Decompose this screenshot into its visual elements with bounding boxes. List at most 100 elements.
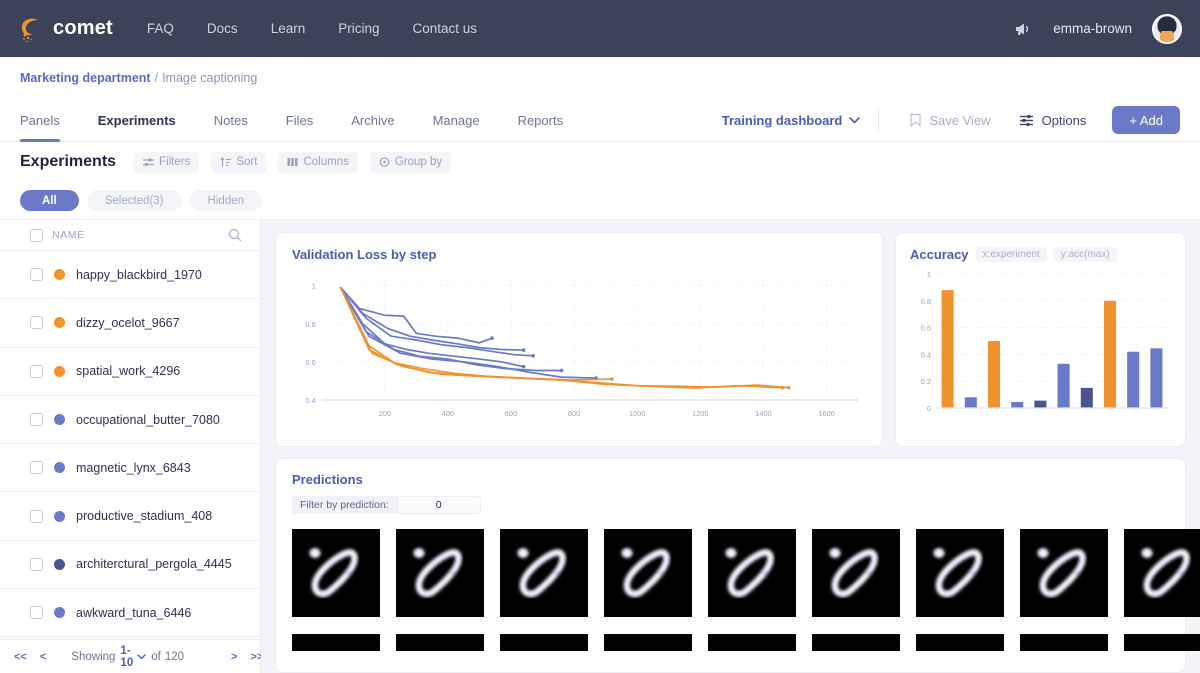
filter-tab-hidden[interactable]: Hidden	[190, 190, 262, 211]
row-checkbox[interactable]	[30, 316, 43, 329]
table-row[interactable]: occupational_butter_7080	[0, 396, 260, 444]
dashboard-select[interactable]: Training dashboard	[722, 113, 879, 128]
row-checkbox[interactable]	[30, 413, 43, 426]
table-row[interactable]: spatial_work_4296	[0, 348, 260, 396]
group-by-label: Group by	[395, 156, 442, 168]
handwritten-digit-zero[interactable]	[812, 529, 900, 617]
prediction-item[interactable]	[1124, 529, 1200, 651]
row-checkbox[interactable]	[30, 461, 43, 474]
experiments-toolbar: Experiments Filters Sort Columns Group b…	[0, 142, 1200, 182]
pagination-range[interactable]: 1-10	[120, 645, 133, 669]
tab-panels[interactable]: Panels	[20, 99, 79, 141]
prediction-filter: Filter by prediction: 0	[292, 496, 1169, 514]
handwritten-digit-zero[interactable]	[292, 529, 380, 617]
handwritten-digit-zero[interactable]	[1020, 529, 1108, 617]
prediction-item[interactable]	[292, 529, 380, 651]
filter-tab-selected[interactable]: Selected(3)	[87, 190, 182, 211]
experiment-name: magnetic_lynx_6843	[76, 461, 191, 475]
chevron-down-icon[interactable]	[137, 654, 146, 660]
handwritten-digit-zero[interactable]	[708, 529, 796, 617]
breadcrumb-separator: /	[155, 71, 158, 85]
svg-text:0: 0	[927, 404, 931, 413]
pagination-first[interactable]: <<	[14, 651, 27, 663]
prediction-item[interactable]	[812, 529, 900, 651]
brand-logo[interactable]: comet	[18, 14, 113, 44]
prediction-filter-value[interactable]: 0	[397, 496, 481, 514]
svg-text:800: 800	[568, 409, 580, 418]
filters-button[interactable]: Filters	[134, 152, 199, 173]
brand-name: comet	[53, 17, 113, 40]
experiment-name: spatial_work_4296	[76, 364, 180, 378]
tab-reports[interactable]: Reports	[499, 99, 583, 141]
row-checkbox[interactable]	[30, 558, 43, 571]
table-row[interactable]: productive_stadium_408	[0, 492, 260, 540]
handwritten-digit-zero[interactable]	[1124, 529, 1200, 617]
row-checkbox[interactable]	[30, 268, 43, 281]
table-row[interactable]: awkward_tuna_6446	[0, 589, 260, 637]
nav-link-faq[interactable]: FAQ	[147, 21, 174, 36]
handwritten-digit-zero[interactable]	[396, 529, 484, 617]
tab-notes[interactable]: Notes	[195, 99, 267, 141]
add-button[interactable]: + Add	[1112, 106, 1180, 134]
options-button[interactable]: Options	[1005, 113, 1101, 128]
prediction-item[interactable]	[916, 529, 1004, 651]
tab-files[interactable]: Files	[267, 99, 332, 141]
columns-button[interactable]: Columns	[278, 152, 357, 173]
svg-text:1: 1	[927, 270, 931, 279]
row-checkbox[interactable]	[30, 365, 43, 378]
pagination-next[interactable]: >	[231, 651, 237, 663]
nav-link-contact-us[interactable]: Contact us	[412, 21, 477, 36]
prediction-caption-bar	[1124, 634, 1200, 651]
charts-row: Validation Loss by step 2004006008001000…	[275, 232, 1186, 447]
row-checkbox[interactable]	[30, 510, 43, 523]
svg-text:1: 1	[312, 282, 316, 291]
svg-text:0.6: 0.6	[921, 324, 931, 333]
table-row[interactable]: magnetic_lynx_6843	[0, 444, 260, 492]
column-header-name: NAME	[52, 229, 85, 241]
megaphone-icon[interactable]	[1013, 20, 1033, 38]
accuracy-x-meta[interactable]: x:experiment	[976, 247, 1047, 262]
sort-button[interactable]: Sort	[211, 152, 266, 173]
bookmark-icon	[909, 113, 922, 127]
handwritten-digit-zero[interactable]	[916, 529, 1004, 617]
table-row[interactable]: architerctural_pergola_4445	[0, 541, 260, 589]
accuracy-y-meta[interactable]: y:acc(max)	[1054, 247, 1117, 262]
accuracy-panel: Accuracy x:experiment y:acc(max) 00.20.4…	[895, 232, 1186, 447]
handwritten-digit-zero[interactable]	[500, 529, 588, 617]
svg-text:1600: 1600	[818, 409, 835, 418]
experiments-list-header: NAME	[0, 220, 260, 251]
comet-app-window: comet FAQ Docs Learn Pricing Contact us …	[0, 0, 1200, 673]
prediction-item[interactable]	[708, 529, 796, 651]
accuracy-chart: 00.20.40.60.81	[910, 262, 1173, 430]
group-by-button[interactable]: Group by	[370, 152, 451, 173]
nav-link-pricing[interactable]: Pricing	[338, 21, 379, 36]
experiment-color-dot	[54, 414, 65, 425]
save-view-button[interactable]: Save View	[895, 113, 1004, 128]
row-checkbox[interactable]	[30, 606, 43, 619]
nav-link-learn[interactable]: Learn	[271, 21, 306, 36]
prediction-item[interactable]	[396, 529, 484, 651]
experiment-name: awkward_tuna_6446	[76, 606, 191, 620]
username-label[interactable]: emma-brown	[1053, 21, 1132, 36]
filter-tab-all[interactable]: All	[20, 190, 79, 211]
tab-manage[interactable]: Manage	[414, 99, 499, 141]
experiment-name: occupational_butter_7080	[76, 413, 220, 427]
avatar[interactable]	[1152, 14, 1182, 44]
filter-icon	[143, 157, 154, 167]
columns-label: Columns	[303, 156, 348, 168]
prediction-item[interactable]	[604, 529, 692, 651]
breadcrumb-project[interactable]: Image captioning	[162, 71, 257, 85]
handwritten-digit-zero[interactable]	[604, 529, 692, 617]
prediction-caption-bar	[1020, 634, 1108, 651]
table-row[interactable]: dizzy_ocelot_9667	[0, 299, 260, 347]
search-icon[interactable]	[228, 228, 242, 242]
select-all-checkbox[interactable]	[30, 229, 43, 242]
table-row[interactable]: happy_blackbird_1970	[0, 251, 260, 299]
tab-archive[interactable]: Archive	[332, 99, 413, 141]
prediction-item[interactable]	[1020, 529, 1108, 651]
breadcrumb-workspace[interactable]: Marketing department	[20, 71, 151, 85]
nav-link-docs[interactable]: Docs	[207, 21, 238, 36]
pagination-prev[interactable]: <	[40, 651, 46, 663]
tab-experiments[interactable]: Experiments	[79, 99, 195, 141]
prediction-item[interactable]	[500, 529, 588, 651]
